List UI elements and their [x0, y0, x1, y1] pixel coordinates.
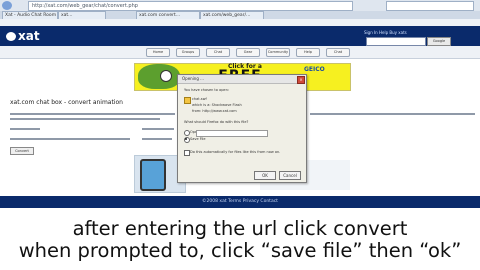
text-line — [142, 128, 174, 130]
gecko-eye — [160, 70, 172, 82]
file-type: which is a: Shockwave Flash — [192, 103, 242, 107]
caption-line-1: after entering the url click convert — [72, 217, 408, 240]
nav-chat-2[interactable]: Chat — [326, 48, 350, 57]
bookmarks-toolbar — [0, 19, 480, 26]
radio-selected-dot — [185, 138, 187, 140]
auto-label: Do this automatically for files like thi… — [190, 150, 281, 154]
nav-gear[interactable]: Gear — [236, 48, 260, 57]
save-file-label: Save File — [190, 137, 206, 141]
file-name: chat.swf — [192, 97, 207, 101]
browser-search-input[interactable] — [386, 1, 474, 11]
signin-links[interactable]: Sign In Help Buy xats — [364, 30, 476, 36]
text-line — [10, 113, 175, 115]
ok-button[interactable]: OK — [254, 171, 276, 180]
address-bar[interactable]: http://xat.com/web_gear/chat/convert.php — [28, 1, 353, 11]
nav-help[interactable]: Help — [296, 48, 320, 57]
back-icon[interactable] — [2, 1, 12, 10]
gecko-image — [138, 64, 180, 89]
footer-text: ©2008 xat Terms Privacy Contact — [202, 199, 278, 204]
phone-image — [140, 159, 166, 191]
close-icon[interactable]: × — [297, 76, 305, 84]
cancel-button[interactable]: Cancel — [279, 171, 301, 180]
site-logo[interactable]: xat — [18, 29, 40, 43]
tab-strip: Xat - Audio Chat Room xat... xat.com con… — [0, 11, 480, 21]
ad-brand: GEICO — [304, 66, 325, 73]
file-source: from: http://www.xat.com — [192, 109, 237, 113]
text-line — [10, 118, 160, 120]
nav-chat[interactable]: Chat — [206, 48, 230, 57]
caption-line-2: when prompted to, click “save file” then… — [18, 239, 462, 262]
nav-home[interactable]: Home — [146, 48, 170, 57]
xat-logo-icon — [6, 32, 16, 41]
site-search-input[interactable] — [366, 37, 426, 46]
dialog-question: What should Firefox do with this file? — [184, 120, 249, 124]
nav-community[interactable]: Community — [266, 48, 290, 57]
page-title: xat.com chat box - convert animation — [10, 99, 123, 106]
dialog-intro: You have chosen to open: — [184, 88, 229, 92]
file-icon — [184, 97, 191, 104]
dialog-title: Opening ... — [182, 76, 204, 81]
site-search-button[interactable]: Google Search — [427, 37, 451, 50]
text-line — [10, 128, 40, 130]
text-line — [142, 138, 172, 140]
nav-groups[interactable]: Groups — [176, 48, 200, 57]
convert-button[interactable]: Convert — [10, 147, 34, 155]
open-with-select[interactable] — [196, 130, 268, 137]
text-line — [10, 138, 130, 140]
text-line — [310, 113, 475, 115]
